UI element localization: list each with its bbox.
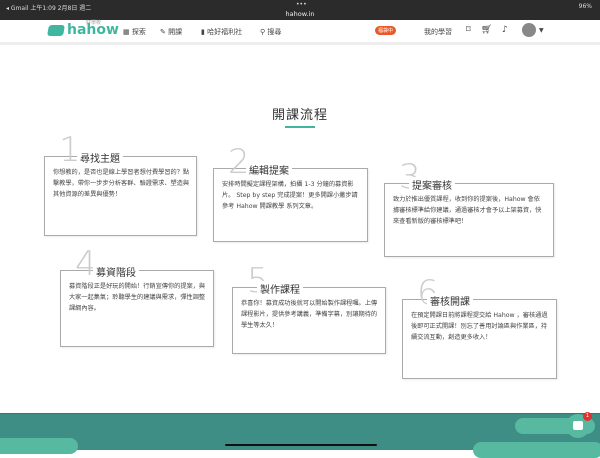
step-card: 1 尋找主題 你想教的，是否也是線上學習者想付費學習的？點擊教學，帶你一步步分析…	[44, 133, 197, 236]
step-text: 安排時間擬定課程架構，拍攝 1-3 分鐘的募資影片。 Step by step …	[222, 181, 358, 210]
avatar[interactable]	[522, 23, 536, 37]
nav-search[interactable]: ⚲ 搜尋	[260, 27, 281, 37]
step-card: 2 編輯提案 安排時間擬定課程架構，拍攝 1-3 分鐘的募資影片。 Step b…	[213, 145, 368, 242]
step-title: 尋找主題	[77, 150, 123, 165]
nav-welfare[interactable]: ▮ 哈好福利社	[201, 27, 242, 37]
cart-icon[interactable]: 🛒︎	[481, 25, 492, 35]
logo-small: 好學校	[86, 20, 102, 26]
hahow-logo[interactable]: hahow 好學校	[47, 20, 119, 38]
status-bar: ◂ Gmail 上午1:09 2月8日 週二 ••• hahow.in 96%	[0, 0, 600, 20]
page-title: 開課流程	[271, 108, 328, 123]
nav-teach[interactable]: ✎ 開課	[160, 27, 182, 37]
step-text: 募資階段正是好玩的開始！行銷宣傳你的提案，與大家一起集氣；聆聽學生的建議與需求，…	[69, 283, 206, 312]
nav-explore[interactable]: ▦ 探索	[123, 27, 146, 37]
title-underline	[285, 126, 315, 128]
step-card: 5 製作課程 恭喜你！募資成功後就可以開始製作課程囉。上傳課程影片，提供參考講義…	[232, 264, 386, 354]
promo-badge[interactable]: 福袋中	[375, 26, 397, 35]
step-text: 恭喜你！募資成功後就可以開始製作課程囉。上傳課程影片，提供參考講義，準備字幕，別…	[241, 300, 378, 329]
step-card: 3 提案審核 致力於推出優質課程，收到你的提案後，Hahow 會依據審核標準給你…	[384, 160, 554, 257]
home-indicator	[225, 444, 377, 446]
chevron-down-icon[interactable]: ▼	[539, 27, 544, 34]
chat-icon	[573, 421, 583, 430]
step-card: 4 募資階段 募資階段正是好玩的開始！行銷宣傳你的提案，與大家一起集氣；聆聽學生…	[60, 247, 214, 347]
step-title: 募資階段	[93, 264, 139, 279]
chat-badge: 1	[583, 412, 592, 421]
logo-icon	[47, 24, 65, 36]
battery: 96%	[578, 3, 592, 10]
bookmark-icon[interactable]: ⌑	[466, 25, 471, 35]
step-title: 製作課程	[257, 281, 303, 296]
step-title: 審核開課	[427, 293, 473, 308]
step-text: 在預定開課日前將課程提交給 Hahow ，審核通過後即可正式開課！別忘了善用討論…	[411, 312, 548, 341]
step-title: 編輯提案	[246, 162, 292, 177]
bell-icon[interactable]: ♪	[502, 25, 508, 35]
step-card: 6 審核開課 在預定開課日前將課程提交給 Hahow ，審核通過後即可正式開課！…	[402, 276, 557, 379]
my-learning-link[interactable]: 我的學習	[424, 27, 452, 37]
step-title: 提案審核	[409, 177, 455, 192]
decor-blob	[0, 438, 78, 454]
decor-blob	[473, 442, 600, 458]
top-nav: hahow 好學校 ▦ 探索 ✎ 開課 ▮ 哈好福利社 ⚲ 搜尋 福袋中 我的學習…	[0, 20, 600, 45]
url-bar[interactable]: hahow.in	[0, 10, 600, 18]
tab-dots[interactable]: •••	[296, 1, 307, 8]
step-text: 致力於推出優質課程，收到你的提案後，Hahow 會依據審核標準給你建議，通過審核…	[393, 196, 542, 225]
step-text: 你想教的，是否也是線上學習者想付費學習的？點擊教學，帶你一步步分析客群、驗證需求…	[53, 169, 190, 198]
